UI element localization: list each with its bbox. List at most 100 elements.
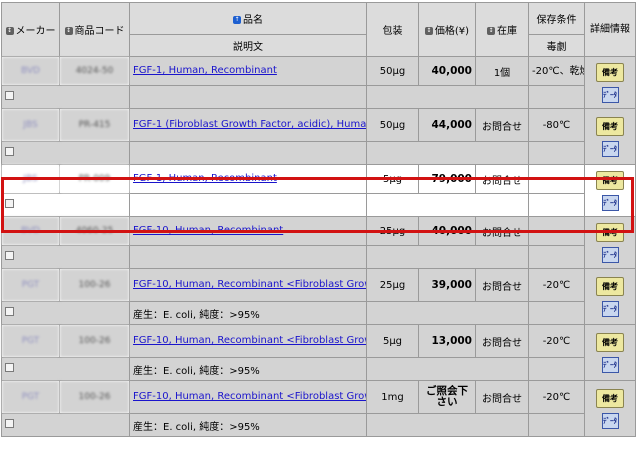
data-sheet-icon[interactable]: ﾃﾞｰﾀ <box>601 356 619 373</box>
poison-cell <box>528 245 585 269</box>
storage-cell: -20℃、乾燥 <box>528 56 585 86</box>
product-link[interactable]: FGF-10, Human, Recombinant <Fibroblast G… <box>133 335 366 346</box>
data-sheet-icon[interactable]: ﾃﾞｰﾀ <box>601 246 619 263</box>
spacer-cell <box>366 301 529 325</box>
product-link[interactable]: FGF-1, Human, Recombinant <box>133 173 277 184</box>
stock-cell: お問合せ <box>475 324 529 358</box>
storage-cell: -20℃ <box>528 268 585 302</box>
code-cell: 4024-50 <box>59 56 130 86</box>
sort-icon[interactable]: ↕ <box>5 27 14 35</box>
product-link[interactable]: FGF-10, Human, Recombinant <Fibroblast G… <box>133 391 366 402</box>
package-cell: 1mg <box>366 380 419 414</box>
col-package: 包装 <box>366 2 419 57</box>
poison-cell <box>528 301 585 325</box>
sort-icon[interactable]: ↕ <box>487 27 495 35</box>
description-cell: 産生：E. coli, 純度：>95% <box>129 357 367 381</box>
table-row: JBS PR-415 FGF-1 (Fibroblast Growth Fact… <box>1 108 636 165</box>
details-cell: 備考 ﾃﾞｰﾀ <box>584 108 636 165</box>
name-cell: FGF-10, Human, Recombinant <Fibroblast G… <box>129 380 367 414</box>
description-cell <box>129 85 367 109</box>
code-cell: PR-415 <box>59 108 130 142</box>
select-cell <box>1 141 130 165</box>
select-cell <box>1 301 130 325</box>
details-cell: 備考 ﾃﾞｰﾀ <box>584 268 636 325</box>
col-poison: 毒劇 <box>528 34 585 57</box>
maker-cell[interactable]: PGT <box>1 268 60 302</box>
select-checkbox[interactable] <box>5 363 14 372</box>
bikou-button[interactable]: 備考 <box>596 332 624 352</box>
code-cell: 100-26 <box>59 324 130 358</box>
price-cell: 79,000 <box>418 164 476 194</box>
bikou-button[interactable]: 備考 <box>596 388 624 408</box>
stock-cell: お問合せ <box>475 268 529 302</box>
data-sheet-icon[interactable]: ﾃﾞｰﾀ <box>601 194 619 211</box>
select-checkbox[interactable] <box>5 251 14 260</box>
package-cell: 5μg <box>366 324 419 358</box>
stock-cell: お問合せ <box>475 164 529 194</box>
name-cell: FGF-10, Human, Recombinant <Fibroblast G… <box>129 268 367 302</box>
select-cell <box>1 193 130 217</box>
data-sheet-icon[interactable]: ﾃﾞｰﾀ <box>601 140 619 157</box>
bikou-button[interactable]: 備考 <box>596 276 624 296</box>
spacer-cell <box>366 141 529 165</box>
data-sheet-icon[interactable]: ﾃﾞｰﾀ <box>601 86 619 103</box>
table-subrow: 産生：E. coli, 純度：>95% <box>1 413 636 437</box>
spacer-cell <box>366 193 529 217</box>
name-cell: FGF-1, Human, Recombinant <box>129 56 367 86</box>
bikou-button[interactable]: 備考 <box>596 222 624 242</box>
select-checkbox[interactable] <box>5 199 14 208</box>
description-cell <box>129 245 367 269</box>
stock-cell: お問合せ <box>475 108 529 142</box>
name-cell: FGF-1, Human, Recombinant <box>129 164 367 194</box>
bikou-button[interactable]: 備考 <box>596 62 624 82</box>
maker-cell[interactable]: JBS <box>1 164 60 194</box>
spacer-cell <box>366 357 529 381</box>
data-sheet-icon[interactable]: ﾃﾞｰﾀ <box>601 300 619 317</box>
maker-cell[interactable]: PGT <box>1 380 60 414</box>
select-checkbox[interactable] <box>5 419 14 428</box>
product-table: ↕ メーカー ↕ 商品コード ↑ 品名 包装 ↕ 価格(¥) ↕ 在庫 保存条件 詳細情報… <box>1 2 636 437</box>
sort-icon[interactable]: ↕ <box>424 27 433 35</box>
bikou-button[interactable]: 備考 <box>596 170 624 190</box>
name-cell: FGF-1 (Fibroblast Growth Factor, acidic)… <box>129 108 367 142</box>
bikou-button[interactable]: 備考 <box>596 116 624 136</box>
product-link[interactable]: FGF-1, Human, Recombinant <box>133 65 277 76</box>
maker-cell[interactable]: BVD <box>1 216 60 246</box>
table-subrow: 産生：E. coli, 純度：>95% <box>1 301 636 325</box>
details-cell: 備考 ﾃﾞｰﾀ <box>584 324 636 381</box>
sort-icon[interactable]: ↕ <box>64 27 73 35</box>
table-row-selected: JBS PR-009 FGF-1, Human, Recombinant 5μg… <box>1 164 636 217</box>
poison-cell <box>528 413 585 437</box>
select-checkbox[interactable] <box>5 307 14 316</box>
col-maker[interactable]: ↕ メーカー <box>1 2 60 57</box>
storage-cell: -20℃ <box>528 380 585 414</box>
storage-cell: -20℃ <box>528 324 585 358</box>
select-checkbox[interactable] <box>5 147 14 156</box>
package-cell: 25μg <box>366 268 419 302</box>
poison-cell <box>528 357 585 381</box>
product-link[interactable]: FGF-10, Human, Recombinant <Fibroblast G… <box>133 279 366 290</box>
description-cell <box>129 141 367 165</box>
stock-cell: 1個 <box>475 56 529 86</box>
table-row: BVD 4024-50 FGF-1, Human, Recombinant 50… <box>1 56 636 109</box>
table-row: BVD 4060-25 FGF-10, Human, Recombinant 2… <box>1 216 636 269</box>
col-code[interactable]: ↕ 商品コード <box>59 2 130 57</box>
product-link[interactable]: FGF-1 (Fibroblast Growth Factor, acidic)… <box>133 119 366 130</box>
sort-up-icon[interactable]: ↑ <box>233 16 241 24</box>
code-cell: 4060-25 <box>59 216 130 246</box>
product-link[interactable]: FGF-10, Human, Recombinant <box>133 225 283 236</box>
col-name[interactable]: ↑ 品名 <box>129 2 367 35</box>
maker-cell[interactable]: BVD <box>1 56 60 86</box>
table-row: PGT 100-26 FGF-10, Human, Recombinant <F… <box>1 268 636 325</box>
table-row: PGT 100-26 FGF-10, Human, Recombinant <F… <box>1 324 636 381</box>
col-price[interactable]: ↕ 価格(¥) <box>418 2 476 57</box>
price-cell: 40,000 <box>418 56 476 86</box>
stock-cell: お問合せ <box>475 216 529 246</box>
select-checkbox[interactable] <box>5 91 14 100</box>
table-row: PGT 100-26 FGF-10, Human, Recombinant <F… <box>1 380 636 437</box>
maker-cell[interactable]: PGT <box>1 324 60 358</box>
maker-cell[interactable]: JBS <box>1 108 60 142</box>
package-cell: 50μg <box>366 108 419 142</box>
data-sheet-icon[interactable]: ﾃﾞｰﾀ <box>601 412 619 429</box>
col-stock[interactable]: ↕ 在庫 <box>475 2 529 57</box>
